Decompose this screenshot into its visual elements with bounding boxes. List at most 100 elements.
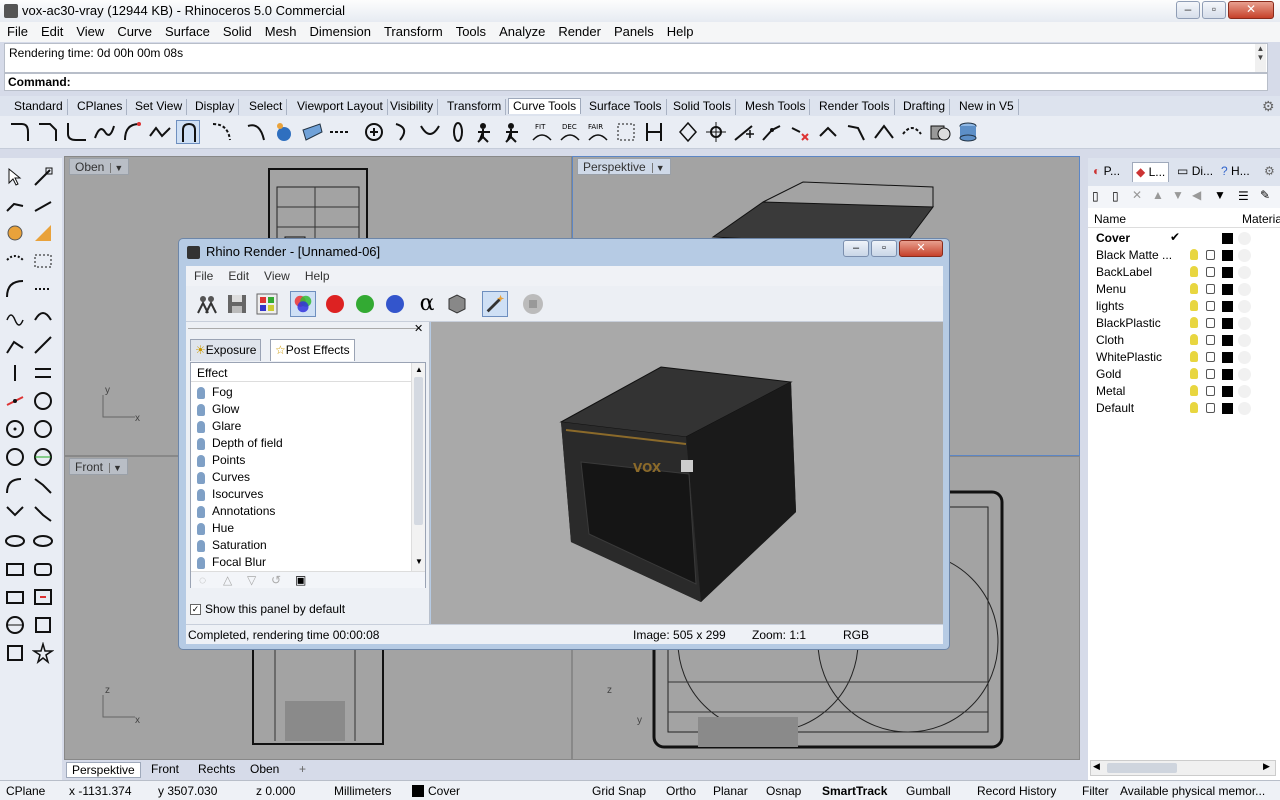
- layer-material[interactable]: [1238, 283, 1251, 296]
- adjustable-blend-icon[interactable]: [120, 120, 144, 144]
- freeform-curve-icon[interactable]: [4, 278, 26, 300]
- box-icon[interactable]: [4, 642, 26, 664]
- layer-material[interactable]: [1238, 368, 1251, 381]
- fillet-curve-icon[interactable]: [8, 120, 32, 144]
- layer-row[interactable]: Menu: [1088, 281, 1280, 298]
- effect-item-hue[interactable]: Hue: [197, 521, 234, 538]
- gear-icon[interactable]: ⚙: [1262, 98, 1275, 115]
- panel-close-icon[interactable]: ✕: [414, 322, 423, 335]
- scroll-right-icon[interactable]: ▶: [1263, 761, 1270, 772]
- square-icon[interactable]: [32, 614, 54, 636]
- copy-image-icon[interactable]: [254, 291, 280, 317]
- viewport-perspective-label[interactable]: Perspektive ▼: [577, 158, 671, 175]
- cylinder-icon[interactable]: [956, 120, 980, 144]
- effects-list-header[interactable]: Effect: [191, 363, 411, 382]
- tab-visibility[interactable]: Visibility: [386, 99, 439, 115]
- rebuild-curve-icon[interactable]: [362, 120, 386, 144]
- vptab-front[interactable]: Front: [146, 762, 184, 776]
- arc-icon[interactable]: [4, 334, 26, 356]
- ellipse-icon[interactable]: [4, 502, 26, 524]
- layer-row[interactable]: WhitePlastic: [1088, 349, 1280, 366]
- insert-knot-icon[interactable]: [642, 120, 666, 144]
- lightbulb-icon[interactable]: [197, 403, 205, 416]
- tab-render-tools[interactable]: Render Tools: [815, 99, 895, 115]
- lightbulb-icon[interactable]: [197, 454, 205, 467]
- add-viewport-icon[interactable]: +: [294, 762, 311, 776]
- move-down-icon[interactable]: ▼: [1172, 188, 1184, 202]
- lightbulb-icon[interactable]: [197, 539, 205, 552]
- record-history-toggle[interactable]: Record History: [977, 784, 1056, 798]
- layer-color-swatch[interactable]: [1222, 267, 1233, 278]
- add-kink-icon[interactable]: [760, 120, 784, 144]
- remove-point-icon[interactable]: [788, 120, 812, 144]
- smarttrack-toggle[interactable]: SmartTrack: [822, 784, 887, 798]
- alpha-channel-icon[interactable]: α: [414, 291, 440, 317]
- blend-curves-icon[interactable]: [92, 120, 116, 144]
- osnap-toggle[interactable]: Osnap: [766, 784, 801, 798]
- layer-color-swatch[interactable]: [1222, 335, 1233, 346]
- circle-3pt-icon[interactable]: [32, 418, 54, 440]
- layer-material[interactable]: [1238, 266, 1251, 279]
- ellipse-arc-icon[interactable]: [900, 120, 924, 144]
- command-line[interactable]: Command:: [4, 73, 1268, 91]
- extend-curve-icon[interactable]: [244, 120, 268, 144]
- lock-icon[interactable]: [1206, 386, 1215, 396]
- interpolate-icon[interactable]: [32, 278, 54, 300]
- move-left-icon[interactable]: ◀: [1192, 188, 1201, 202]
- ellipse-tool-icon[interactable]: [4, 530, 26, 552]
- close-button[interactable]: ✕: [1228, 1, 1274, 19]
- panel-gear-icon[interactable]: ⚙: [1261, 162, 1278, 182]
- lock-icon[interactable]: [1206, 318, 1215, 328]
- tab-curve-tools[interactable]: Curve Tools: [508, 98, 582, 114]
- effect-item-depth-of-field[interactable]: Depth of field: [197, 436, 283, 453]
- units-label[interactable]: Millimeters: [334, 784, 391, 798]
- render-menu-edit[interactable]: Edit: [220, 266, 256, 283]
- lightbulb-icon[interactable]: [1190, 385, 1198, 396]
- tab-drafting[interactable]: Drafting: [899, 99, 951, 115]
- circle-icon[interactable]: [32, 390, 54, 412]
- lock-icon[interactable]: [1206, 301, 1215, 311]
- lightbulb-icon[interactable]: [197, 386, 205, 399]
- move-up-icon[interactable]: △: [223, 573, 232, 587]
- spiral-icon[interactable]: [32, 306, 54, 328]
- lightbulb-icon[interactable]: [197, 420, 205, 433]
- new-layer-icon[interactable]: ▯: [1092, 189, 1099, 203]
- rectangle-points-icon[interactable]: [32, 250, 54, 272]
- gumball-toggle[interactable]: Gumball: [906, 784, 951, 798]
- circle-center-icon[interactable]: [4, 418, 26, 440]
- crv-deviation-icon[interactable]: [474, 120, 498, 144]
- command-history-scrollbar[interactable]: ▲ ▼: [1255, 44, 1266, 72]
- filter-icon[interactable]: ▼: [1214, 188, 1226, 202]
- tab-cplanes[interactable]: CPlanes: [73, 99, 128, 115]
- layer-material[interactable]: [1238, 402, 1251, 415]
- layer-row[interactable]: Metal: [1088, 383, 1280, 400]
- menu-view[interactable]: View: [69, 22, 110, 39]
- panel-tab-display[interactable]: ▭ Di...: [1174, 162, 1216, 182]
- layer-color-swatch[interactable]: [1222, 284, 1233, 295]
- layer-color-swatch[interactable]: [1222, 250, 1233, 261]
- gear-setup-icon[interactable]: [4, 222, 26, 244]
- stop-render-icon[interactable]: [520, 291, 546, 317]
- new-sublayer-icon[interactable]: ▯: [1112, 189, 1119, 203]
- menu-help[interactable]: Help: [660, 22, 700, 39]
- sketch-icon[interactable]: [4, 306, 26, 328]
- add-point-icon[interactable]: [732, 120, 756, 144]
- blue-channel-icon[interactable]: [382, 291, 408, 317]
- current-layer[interactable]: Cover: [428, 784, 460, 798]
- effect-item-focal-blur[interactable]: Focal Blur: [197, 555, 266, 572]
- render-menu-file[interactable]: File: [186, 266, 220, 283]
- layer-color-swatch[interactable]: [1222, 403, 1233, 414]
- menu-solid[interactable]: Solid: [216, 22, 258, 39]
- planar-toggle[interactable]: Planar: [713, 784, 748, 798]
- name-column-header[interactable]: Name: [1094, 212, 1126, 226]
- vptab-rechts[interactable]: Rechts: [193, 762, 240, 776]
- project-to-cplane-icon[interactable]: [928, 120, 952, 144]
- viewport-top-label[interactable]: Oben ▼: [69, 158, 130, 175]
- tools-icon[interactable]: ✎: [1260, 188, 1270, 202]
- layer-row[interactable]: Default: [1088, 400, 1280, 417]
- curve-through-points-icon[interactable]: [210, 120, 234, 144]
- cplane-label[interactable]: CPlane: [6, 784, 45, 798]
- layer-row[interactable]: BackLabel: [1088, 264, 1280, 281]
- rgb-channel-icon[interactable]: [290, 291, 316, 317]
- point-cloud-icon[interactable]: [4, 390, 26, 412]
